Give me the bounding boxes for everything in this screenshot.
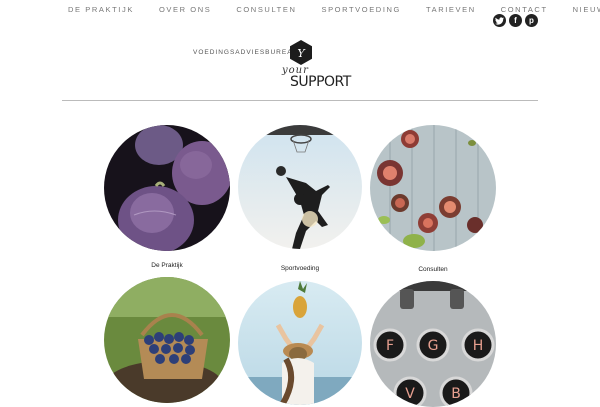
pinterest-icon[interactable]: p [525, 14, 538, 27]
twitter-icon[interactable] [493, 14, 506, 27]
tile-consulten[interactable] [370, 125, 496, 251]
nav-item-over-ons[interactable]: OVER ONS [159, 5, 211, 14]
tile-5[interactable] [238, 281, 362, 405]
pineapple-photo [238, 281, 362, 405]
tile-6[interactable]: F G H V B [370, 281, 496, 407]
hexagon-logo-icon: Y [290, 40, 312, 65]
facebook-icon[interactable]: f [509, 14, 522, 27]
figs-photo [104, 125, 230, 251]
key-h: H [473, 338, 484, 354]
caption-consulten[interactable]: Consulten [373, 266, 493, 273]
tile-de-praktijk[interactable] [104, 125, 230, 251]
tile-sportvoeding[interactable] [238, 125, 362, 249]
typewriter-photo: F G H V B [370, 281, 496, 407]
nav-item-consulten[interactable]: CONSULTEN [236, 5, 296, 14]
header-divider [62, 100, 538, 101]
caption-sportvoeding[interactable]: Sportvoeding [240, 265, 360, 272]
key-g: G [428, 338, 439, 354]
logo[interactable]: Y your SUPPORT [282, 40, 352, 94]
social-links: f p [493, 14, 538, 27]
nav-item-nieuws[interactable]: NIEUWS [573, 5, 600, 14]
main-nav: DE PRAKTIJK OVER ONS CONSULTEN SPORTVOED… [68, 5, 600, 14]
nav-item-sportvoeding[interactable]: SPORTVOEDING [321, 5, 401, 14]
figs-table-photo [370, 125, 496, 251]
logo-word: SUPPORT [290, 74, 351, 90]
nav-item-contact[interactable]: CONTACT [501, 5, 548, 14]
caption-de-praktijk[interactable]: De Praktijk [107, 262, 227, 269]
blueberries-photo [104, 277, 230, 403]
nav-item-de-praktijk[interactable]: DE PRAKTIJK [68, 5, 134, 14]
nav-item-tarieven[interactable]: TARIEVEN [426, 5, 476, 14]
basketball-photo [238, 125, 362, 249]
tile-4[interactable] [104, 277, 230, 403]
key-f: F [386, 338, 394, 354]
